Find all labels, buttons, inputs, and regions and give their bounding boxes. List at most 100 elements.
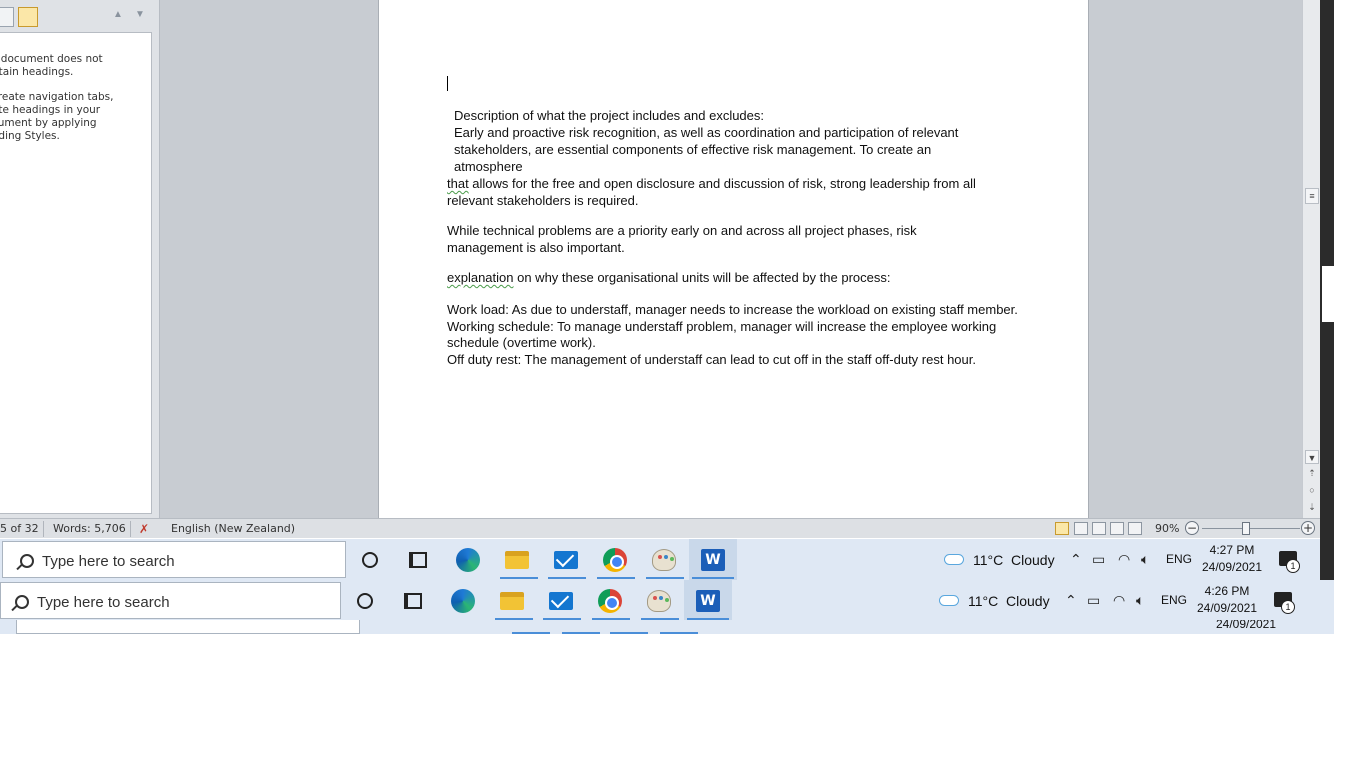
- full-screen-reading-view-icon[interactable]: [1074, 522, 1088, 535]
- spelling-flag-that[interactable]: that: [447, 176, 469, 191]
- weather-condition[interactable]: Cloudy: [1006, 593, 1050, 609]
- document-page[interactable]: Description of what the project includes…: [378, 0, 1089, 518]
- paragraph-off-duty-rest: Off duty rest: The management of underst…: [447, 352, 976, 367]
- file-explorer-icon[interactable]: [498, 587, 526, 615]
- paint-icon[interactable]: [650, 546, 678, 574]
- draft-view-icon[interactable]: [1128, 522, 1142, 535]
- proofing-errors-icon[interactable]: ✗: [139, 522, 149, 536]
- search-icon: [20, 554, 34, 568]
- outline-view-icon[interactable]: [1110, 522, 1124, 535]
- show-hidden-icons-icon[interactable]: ⌃: [1070, 551, 1082, 567]
- edge-icon[interactable]: [454, 546, 482, 574]
- paragraph-open-disclosure-text: allows for the free and open disclosure …: [447, 176, 976, 208]
- page-indicator[interactable]: 5 of 32: [0, 522, 39, 536]
- weather-cloud-icon[interactable]: [939, 595, 959, 606]
- weather-cloud-icon[interactable]: [944, 554, 964, 565]
- clock-date[interactable]: 24/09/2021: [1193, 600, 1261, 616]
- taskbar: Type here to search W 11°C Cloudy ⌃ ▭ ◠ …: [0, 539, 1320, 580]
- running-indicator: [597, 577, 635, 579]
- select-browse-object-icon[interactable]: ○: [1306, 484, 1318, 496]
- document-body[interactable]: Description of what the project includes…: [447, 107, 1037, 368]
- print-layout-view-icon[interactable]: [1055, 522, 1069, 535]
- paragraph-risk-recognition: Early and proactive risk recognition, as…: [454, 125, 959, 174]
- spelling-flag-explanation[interactable]: explanation: [447, 270, 514, 285]
- notification-count: 1: [1286, 559, 1300, 573]
- weather-condition[interactable]: Cloudy: [1011, 552, 1055, 568]
- zoom-slider-track[interactable]: [1202, 528, 1300, 529]
- task-view-icon[interactable]: [404, 546, 432, 574]
- paragraph-work-load: Work load: As due to understaff, manager…: [447, 302, 1018, 317]
- clock-date[interactable]: 24/09/2021: [1198, 559, 1266, 575]
- volume-icon[interactable]: 🔈︎: [1136, 592, 1144, 608]
- zoom-level[interactable]: 90%: [1155, 522, 1179, 536]
- create-headings-hint: create navigation tabs, ate headings in …: [0, 91, 114, 142]
- taskbar-search-box[interactable]: Type here to search: [2, 541, 346, 578]
- browse-results-tab-icon[interactable]: [18, 7, 38, 27]
- clock-time[interactable]: 4:26 PM: [1197, 583, 1257, 599]
- next-page-icon[interactable]: ⇣: [1306, 501, 1318, 513]
- clock-time[interactable]: 4:27 PM: [1202, 542, 1262, 558]
- wifi-icon[interactable]: ◠: [1118, 551, 1130, 567]
- web-layout-view-icon[interactable]: [1092, 522, 1106, 535]
- paragraph-explanation-text: on why these organisational units will b…: [513, 270, 891, 285]
- show-hidden-icons-icon[interactable]: ⌃: [1065, 592, 1077, 608]
- taskbar-search-box[interactable]: [16, 620, 360, 634]
- search-icon: [15, 595, 29, 609]
- divider: [43, 521, 44, 537]
- cortana-icon[interactable]: [356, 546, 384, 574]
- paragraph-description: Description of what the project includes…: [454, 108, 765, 123]
- word-icon[interactable]: W: [699, 546, 727, 574]
- running-indicator: [660, 632, 698, 634]
- word-count[interactable]: Words: 5,706: [53, 522, 126, 536]
- mail-icon[interactable]: [547, 587, 575, 615]
- paint-icon[interactable]: [645, 587, 673, 615]
- navigation-pane-toolbar: ▲ ▼: [0, 0, 152, 32]
- search-placeholder: Type here to search: [37, 594, 170, 611]
- vertical-scrollbar[interactable]: ≡ ▼ ⇡ ○ ⇣: [1302, 0, 1320, 518]
- previous-page-icon[interactable]: ⇡: [1306, 467, 1318, 479]
- mail-icon[interactable]: [552, 546, 580, 574]
- running-indicator: [512, 632, 550, 634]
- running-indicator: [548, 577, 586, 579]
- battery-icon[interactable]: ▭: [1092, 551, 1105, 567]
- input-language[interactable]: ENG: [1166, 551, 1192, 567]
- next-result-icon[interactable]: ▼: [135, 9, 145, 21]
- taskbar-search-box[interactable]: Type here to search: [0, 582, 341, 619]
- word-window: ▲ ▼ s document does not ntain headings. …: [0, 0, 1320, 538]
- browse-pages-tab-icon[interactable]: [0, 7, 14, 27]
- word-icon[interactable]: W: [694, 587, 722, 615]
- weather-temperature[interactable]: 11°C: [968, 593, 998, 609]
- scroll-thumb[interactable]: ≡: [1305, 188, 1319, 204]
- cortana-icon[interactable]: [351, 587, 379, 615]
- clock-date: 24/09/2021: [1215, 620, 1277, 631]
- edge-icon[interactable]: [449, 587, 477, 615]
- wifi-icon[interactable]: ◠: [1113, 592, 1125, 608]
- paragraph-explanation: explanation on why these organisational …: [447, 269, 1037, 286]
- zoom-slider-thumb[interactable]: [1241, 522, 1250, 535]
- divider: [130, 521, 131, 537]
- search-placeholder: Type here to search: [42, 553, 175, 570]
- paragraph-working-schedule: Working schedule: To manage understaff p…: [447, 319, 997, 350]
- language-indicator[interactable]: English (New Zealand): [171, 522, 295, 536]
- chrome-icon[interactable]: [601, 546, 629, 574]
- side-scrollbar-thumb[interactable]: [1322, 266, 1334, 322]
- task-view-icon[interactable]: [399, 587, 427, 615]
- input-language[interactable]: ENG: [1161, 592, 1187, 608]
- previous-result-icon[interactable]: ▲: [113, 9, 123, 21]
- scroll-down-icon[interactable]: ▼: [1305, 450, 1319, 464]
- taskbar-clipped: 24/09/2021: [0, 620, 1334, 634]
- paragraph-technical-problems: While technical problems are a priority …: [447, 223, 917, 255]
- zoom-in-icon[interactable]: +: [1301, 521, 1315, 535]
- chrome-icon[interactable]: [596, 587, 624, 615]
- status-bar: 5 of 32 Words: 5,706 ✗ English (New Zeal…: [0, 518, 1320, 538]
- file-explorer-icon[interactable]: [503, 546, 531, 574]
- volume-icon[interactable]: 🔈︎: [1141, 551, 1149, 567]
- running-indicator: [692, 577, 734, 579]
- zoom-out-icon[interactable]: −: [1185, 521, 1199, 535]
- document-area[interactable]: Description of what the project includes…: [160, 0, 1302, 518]
- battery-icon[interactable]: ▭: [1087, 592, 1100, 608]
- weather-temperature[interactable]: 11°C: [973, 552, 1003, 568]
